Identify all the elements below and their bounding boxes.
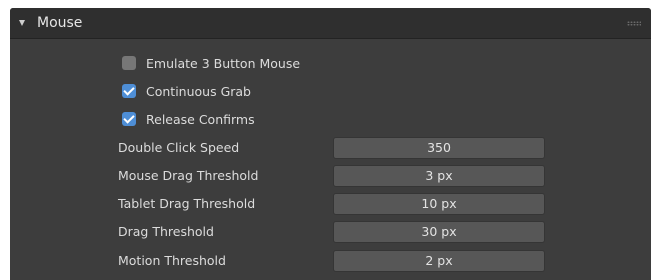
preferences-panel: Mouse Emulate 3 Button Mouse Continuous …	[10, 8, 651, 280]
checkbox-checked-icon[interactable]	[122, 84, 136, 98]
panel-header[interactable]: Mouse	[10, 8, 651, 39]
disclosure-triangle-down-icon[interactable]	[19, 20, 25, 26]
checkbox-label: Continuous Grab	[146, 83, 251, 99]
double-click-speed-label: Double Click Speed	[118, 140, 240, 155]
emulate-3-button-mouse-checkbox-row[interactable]: Emulate 3 Button Mouse	[122, 53, 300, 73]
drag-threshold-label: Drag Threshold	[118, 224, 214, 239]
motion-threshold-label: Motion Threshold	[118, 253, 226, 268]
mouse-drag-threshold-field[interactable]: 3 px	[333, 165, 545, 187]
tablet-drag-threshold-field[interactable]: 10 px	[333, 193, 545, 215]
drag-threshold-field[interactable]: 30 px	[333, 221, 545, 243]
panel-title: Mouse	[37, 15, 83, 31]
checkbox-label: Emulate 3 Button Mouse	[146, 55, 301, 71]
checkbox-label: Release Confirms	[146, 111, 255, 127]
double-click-speed-field[interactable]: 350	[333, 137, 545, 159]
motion-threshold-field[interactable]: 2 px	[333, 250, 545, 272]
mouse-drag-threshold-label: Mouse Drag Threshold	[118, 168, 259, 183]
continuous-grab-checkbox-row[interactable]: Continuous Grab	[122, 81, 251, 101]
release-confirms-checkbox-row[interactable]: Release Confirms	[122, 109, 255, 129]
checkbox-checked-icon[interactable]	[122, 112, 136, 126]
tablet-drag-threshold-label: Tablet Drag Threshold	[118, 196, 256, 211]
checkbox-unchecked-icon[interactable]	[122, 56, 136, 70]
drag-grip-icon[interactable]	[627, 21, 641, 26]
